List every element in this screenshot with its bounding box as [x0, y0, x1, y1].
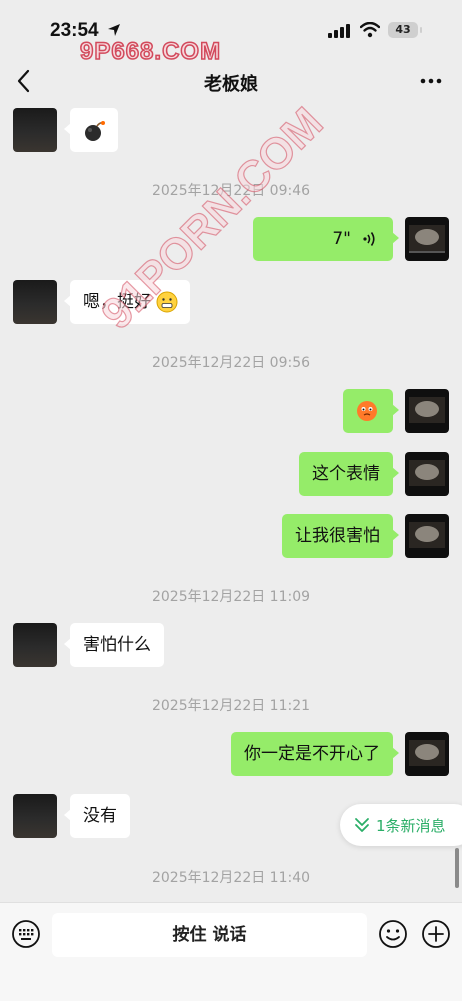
input-toolbar: 按住 说话 [0, 902, 462, 1001]
chat-title: 老板娘 [204, 74, 258, 95]
double-chevron-down-icon [355, 818, 369, 832]
my-avatar[interactable] [405, 389, 449, 433]
battery-indicator: 43 [388, 22, 422, 38]
message-bubble[interactable]: 让我很害怕 [282, 514, 399, 558]
message-bubble[interactable]: 你一定是不开心了 [231, 732, 399, 776]
message-text: 害怕什么 [83, 635, 151, 655]
voice-message-bubble[interactable]: 7" [253, 217, 399, 261]
avatar-image [409, 522, 445, 548]
contact-avatar[interactable] [13, 280, 57, 324]
my-avatar[interactable] [405, 732, 449, 776]
cellular-signal-icon [328, 24, 350, 38]
message-bubble[interactable]: 没有 [64, 794, 130, 838]
plus-more-icon[interactable] [421, 919, 451, 949]
voice-wave-icon [363, 232, 375, 246]
emoji-smiley-icon[interactable] [378, 919, 408, 949]
location-arrow-icon [108, 24, 120, 36]
new-messages-button[interactable]: 1条新消息 [340, 804, 462, 846]
wifi-icon [360, 22, 380, 38]
message-text: 让我很害怕 [295, 526, 380, 546]
new-messages-label: 1条新消息 [376, 817, 446, 835]
my-avatar[interactable] [405, 217, 449, 261]
chat-message-list[interactable]: 2025年12月22日 09:46 7" 嗯，挺好 2025年12月22日 09… [0, 104, 462, 902]
bomb-emoji-icon [85, 121, 105, 141]
nav-bar: 老板娘 [0, 58, 462, 104]
contact-avatar[interactable] [13, 623, 57, 667]
more-options-icon[interactable] [418, 70, 444, 92]
scrollbar[interactable] [455, 848, 459, 888]
scared-face-emoji-icon [357, 401, 377, 421]
avatar-image [409, 740, 445, 766]
avatar-image [409, 397, 445, 423]
message-bubble[interactable]: 这个表情 [299, 452, 399, 496]
message-bubble[interactable] [64, 108, 118, 152]
contact-avatar[interactable] [13, 794, 57, 838]
voice-duration: 7" [332, 229, 351, 249]
message-timestamp: 2025年12月22日 09:56 [151, 355, 311, 371]
keyboard-icon[interactable] [11, 919, 41, 949]
message-timestamp: 2025年12月22日 11:40 [151, 870, 311, 886]
message-timestamp: 2025年12月22日 11:09 [151, 589, 311, 605]
avatar-image [409, 225, 445, 253]
avatar-image [409, 460, 445, 486]
message-timestamp: 2025年12月22日 11:21 [151, 698, 311, 714]
message-text: 这个表情 [312, 464, 380, 484]
my-avatar[interactable] [405, 452, 449, 496]
message-bubble[interactable] [343, 389, 399, 433]
message-text: 没有 [83, 806, 117, 826]
contact-avatar[interactable] [13, 108, 57, 152]
message-bubble[interactable]: 害怕什么 [64, 623, 164, 667]
message-text: 你一定是不开心了 [244, 744, 380, 764]
status-bar: 23:54 9P668.COM 43 [0, 0, 462, 66]
my-avatar[interactable] [405, 514, 449, 558]
hold-to-talk-button[interactable]: 按住 说话 [52, 913, 367, 957]
